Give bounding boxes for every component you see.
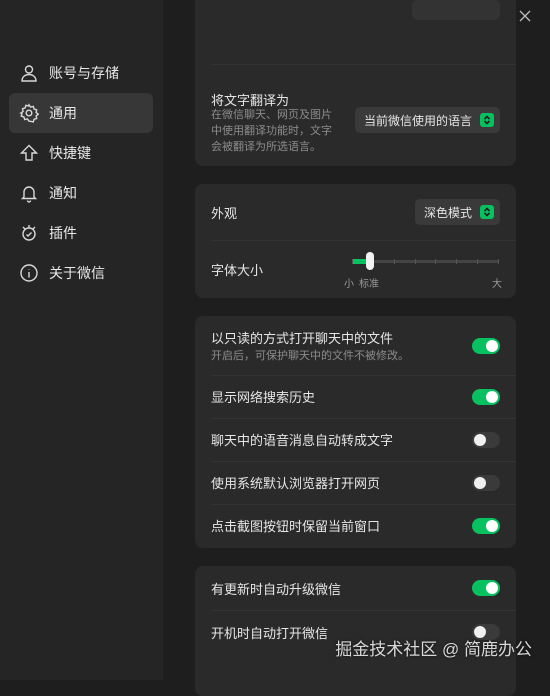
appearance-label: 外观 — [211, 205, 238, 221]
translate-description-line: 在微信聊天、网页及图片 — [211, 109, 332, 121]
toggle-knob — [486, 520, 498, 532]
toggle-label: 以只读的方式打开聊天中的文件 — [211, 330, 394, 346]
translate-language-select[interactable]: 当前微信使用的语言 — [354, 107, 500, 133]
toggle-sublabel: 开启后，可保护聊天中的文件不被修改。 — [211, 349, 409, 362]
sidebar-item-label: 快捷键 — [49, 145, 91, 161]
toggle-label: 聊天中的语音消息自动转成文字 — [211, 433, 394, 448]
toggle-label: 使用系统默认浏览器打开网页 — [211, 476, 381, 491]
toggle-label: 点击截图按钮时保留当前窗口 — [211, 519, 381, 534]
gear-icon — [18, 102, 40, 124]
readonly-files-toggle[interactable] — [472, 338, 500, 354]
sidebar-item-label: 通用 — [49, 105, 77, 121]
slider-tick — [498, 259, 499, 264]
slider-thumb[interactable] — [366, 252, 374, 270]
slider-min-label: 小 — [344, 279, 354, 290]
voice-to-text-toggle[interactable] — [472, 432, 500, 448]
sidebar-item-general[interactable]: 通用 — [9, 93, 153, 133]
toggle-knob — [486, 340, 498, 352]
sidebar-item-notifications[interactable]: 通知 — [9, 173, 153, 213]
toggle-knob — [486, 391, 498, 403]
user-icon — [18, 62, 40, 84]
divider — [211, 64, 516, 65]
watermark: 掘金技术社区 @ 简鹿办公 — [335, 640, 532, 659]
slider-tick — [456, 259, 458, 264]
font-size-slider[interactable]: 小 标准 大 — [344, 250, 502, 290]
translate-description-line: 会被翻译为所选语言。 — [211, 141, 321, 153]
sidebar-item-label: 插件 — [49, 225, 77, 241]
toggle-knob — [474, 434, 486, 446]
toggle-label: 显示网络搜索历史 — [211, 390, 316, 405]
sidebar-item-label: 关于微信 — [49, 265, 105, 281]
slider-tick — [435, 259, 437, 264]
plugin-icon — [18, 222, 40, 244]
system-browser-toggle[interactable] — [472, 475, 500, 491]
sidebar-item-plugins[interactable]: 插件 — [9, 213, 153, 253]
chevron-updown-icon — [480, 113, 494, 127]
toggle-label: 有更新时自动升级微信 — [211, 581, 342, 597]
slider-tick — [477, 259, 479, 264]
translate-description-line: 中使用翻译功能时，文字 — [211, 125, 332, 137]
chevron-updown-icon — [480, 205, 494, 219]
translate-description: 在微信聊天、网页及图片 中使用翻译功能时，文字 会被翻译为所选语言。 — [211, 107, 332, 155]
select-value: 深色模式 — [423, 205, 472, 220]
file-options-card: 以只读的方式打开聊天中的文件 开启后，可保护聊天中的文件不被修改。 显示网络搜索… — [195, 316, 516, 548]
auto-update-toggle[interactable] — [472, 580, 500, 596]
slider-default-label: 标准 — [359, 279, 379, 290]
sidebar-item-label: 账号与存储 — [49, 65, 119, 81]
search-history-toggle[interactable] — [472, 389, 500, 405]
update-options-card: 有更新时自动升级微信 开机时自动打开微信 — [195, 566, 516, 696]
sidebar-item-about[interactable]: 关于微信 — [9, 253, 153, 293]
sidebar-item-shortcuts[interactable]: 快捷键 — [9, 133, 153, 173]
info-icon — [18, 262, 40, 284]
bell-icon — [18, 182, 40, 204]
slider-tick — [393, 259, 395, 264]
appearance-card: 外观 深色模式 字体大小 小 标准 大 — [195, 184, 516, 298]
toggle-label: 开机时自动打开微信 — [211, 625, 329, 641]
slider-tick — [414, 259, 416, 264]
sidebar-item-label: 通知 — [49, 185, 77, 201]
font-size-label: 字体大小 — [211, 262, 264, 278]
slider-max-label: 大 — [492, 279, 502, 290]
toggle-knob — [486, 582, 498, 594]
sidebar: 账号与存储 通用 快捷键 通知 插件 关于微信 — [0, 0, 163, 680]
settings-panel: 将文字翻译为 在微信聊天、网页及图片 中使用翻译功能时，文字 会被翻译为所选语言… — [163, 0, 550, 696]
select-value: 当前微信使用的语言 — [363, 113, 472, 128]
appearance-select[interactable]: 深色模式 — [414, 199, 500, 225]
arrow-up-icon — [18, 142, 40, 164]
translate-card: 将文字翻译为 在微信聊天、网页及图片 中使用翻译功能时，文字 会被翻译为所选语言… — [195, 0, 516, 166]
keep-window-screenshot-toggle[interactable] — [472, 518, 500, 534]
previous-select[interactable] — [412, 0, 500, 20]
toggle-knob — [474, 477, 486, 489]
sidebar-item-account-storage[interactable]: 账号与存储 — [9, 53, 153, 93]
slider-tick — [352, 259, 353, 264]
